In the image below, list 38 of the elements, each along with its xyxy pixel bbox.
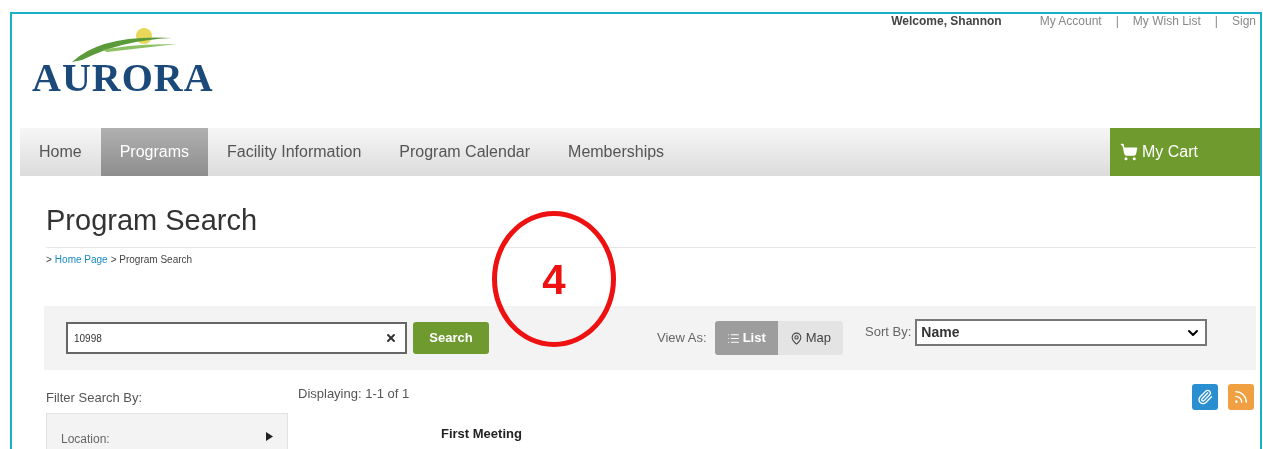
- nav-tab[interactable]: Program Calendar: [380, 128, 550, 176]
- breadcrumb-marker: >: [46, 254, 52, 266]
- welcome-text: Welcome, Shannon: [891, 14, 1002, 28]
- link-separator: |: [1214, 14, 1218, 28]
- clear-icon[interactable]: [385, 332, 397, 344]
- nav-tab[interactable]: Facility Information: [208, 128, 381, 176]
- rss-icon: [1233, 389, 1249, 405]
- results-count: Displaying: 1-1 of 1: [298, 385, 410, 403]
- sort-by-label: Sort By:: [865, 323, 912, 341]
- annotation-circle: 4: [492, 211, 616, 347]
- attachment-button[interactable]: [1192, 384, 1218, 410]
- sort-select[interactable]: Name: [915, 319, 1208, 346]
- breadcrumb-link[interactable]: Home Page: [54, 254, 108, 266]
- filter-label: Filter Search By:: [46, 389, 144, 407]
- view-toggle[interactable]: Map: [777, 321, 844, 355]
- header-link[interactable]: My Wish List: [1132, 14, 1201, 28]
- link-separator: |: [1115, 14, 1119, 28]
- column-heading: First Meeting: [441, 425, 522, 443]
- cart-icon: [1120, 143, 1138, 161]
- triangle-icon: [266, 432, 273, 441]
- view-toggle[interactable]: List: [714, 321, 778, 355]
- header-link[interactable]: Sign: [1231, 14, 1256, 28]
- pin-icon: [789, 331, 803, 345]
- nav-tab[interactable]: Home: [20, 128, 101, 176]
- search-field[interactable]: 10998: [66, 322, 407, 354]
- nav-tab[interactable]: Memberships: [549, 128, 684, 176]
- list-icon: [726, 331, 740, 345]
- view-as-label: View As:: [657, 329, 707, 348]
- breadcrumb-current: > Program Search: [110, 254, 193, 266]
- rss-button[interactable]: [1228, 384, 1254, 410]
- aurora-logo[interactable]: AURORA: [32, 58, 214, 98]
- page-title: Program Search: [46, 203, 259, 237]
- search-button[interactable]: Search: [413, 322, 489, 354]
- filter-label: Location:: [61, 431, 110, 448]
- cart-button[interactable]: My Cart: [1110, 128, 1260, 176]
- filter-item[interactable]: Location:: [46, 413, 288, 449]
- paperclip-icon: [1197, 389, 1213, 405]
- header-link[interactable]: My Account: [1039, 14, 1102, 28]
